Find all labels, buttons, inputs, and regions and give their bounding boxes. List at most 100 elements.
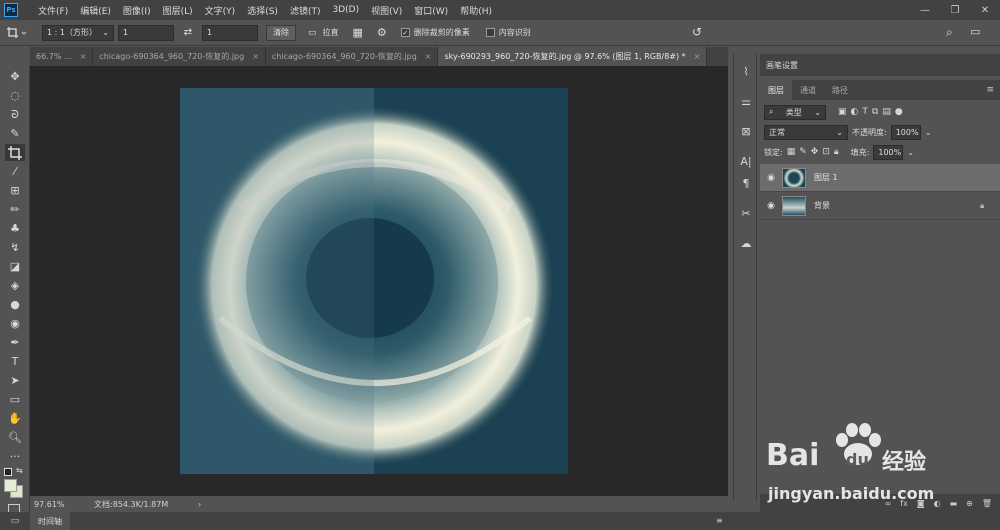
path-selection-tool-icon[interactable]: ➤: [5, 372, 25, 389]
content-aware-checkbox[interactable]: 内容识别: [485, 27, 531, 38]
tab-document-active[interactable]: sky-690293_960_720-恢复的.jpg @ 97.6% (图层 1…: [438, 47, 708, 66]
minimize-button[interactable]: —: [910, 0, 940, 20]
brush-tool-icon[interactable]: ✏: [5, 201, 25, 218]
lasso-tool-icon[interactable]: ᘐ: [5, 106, 25, 123]
close-button[interactable]: ✕: [970, 0, 1000, 20]
chevron-down-icon[interactable]: ⌄: [907, 148, 914, 157]
delete-cropped-checkbox[interactable]: ✓ 删除裁剪的像素: [400, 27, 470, 38]
clear-button[interactable]: 清除: [266, 24, 296, 41]
timeline-panel-icon[interactable]: ▭: [0, 512, 30, 530]
zoom-tool-icon[interactable]: 🔍︎: [5, 429, 25, 446]
quick-select-tool-icon[interactable]: ✎: [5, 125, 25, 142]
straighten-icon[interactable]: ▭: [308, 28, 317, 38]
visibility-eye-icon[interactable]: ◉: [760, 173, 782, 183]
reset-icon[interactable]: ↺: [692, 25, 702, 39]
hand-tool-icon[interactable]: ✋: [5, 410, 25, 427]
filter-pixel-icon[interactable]: ▣: [838, 107, 847, 117]
eyedropper-tool-icon[interactable]: ⁄: [5, 163, 25, 180]
crop-width-input[interactable]: 1: [118, 24, 174, 41]
eraser-tool-icon[interactable]: ◪: [5, 258, 25, 275]
lock-artboard-icon[interactable]: ⊡: [822, 147, 830, 157]
brush-settings-tab[interactable]: 画笔设置: [760, 54, 1000, 76]
search-icon[interactable]: ⌕: [946, 25, 953, 40]
character-panel-icon[interactable]: A|: [736, 152, 756, 170]
paragraph-panel-icon[interactable]: ¶: [736, 174, 756, 192]
menu-help[interactable]: 帮助(H): [454, 4, 498, 17]
lock-image-icon[interactable]: ✎: [799, 147, 807, 157]
healing-brush-tool-icon[interactable]: ⊞: [5, 182, 25, 199]
dodge-tool-icon[interactable]: ◉: [5, 315, 25, 332]
pen-tool-icon[interactable]: ✒: [5, 334, 25, 351]
tab-document-1[interactable]: 66.7% ... ×: [30, 47, 94, 66]
default-colors-icon[interactable]: [4, 468, 12, 476]
crop-settings-gear-icon[interactable]: ⚙: [377, 26, 387, 39]
more-tools-icon[interactable]: ···: [5, 448, 25, 465]
blur-tool-icon[interactable]: ●: [5, 296, 25, 313]
chevron-down-icon[interactable]: ⌄: [925, 128, 932, 137]
adjustment-layer-icon[interactable]: ◐: [934, 499, 941, 508]
workspace-icon[interactable]: ▭: [970, 25, 980, 38]
overlay-grid-icon[interactable]: ▦: [353, 26, 363, 39]
libraries-panel-icon[interactable]: ☁: [736, 234, 756, 252]
menu-layer[interactable]: 图层(L): [157, 4, 199, 17]
link-layers-icon[interactable]: ∞: [885, 499, 892, 508]
marquee-tool-icon[interactable]: ◌: [5, 87, 25, 104]
layer-row-background[interactable]: ◉ 背景 🔒︎: [760, 192, 1000, 220]
menu-view[interactable]: 视图(V): [365, 4, 408, 17]
filter-toggle-icon[interactable]: ●: [895, 107, 903, 117]
paint-bucket-tool-icon[interactable]: ◈: [5, 277, 25, 294]
new-layer-icon[interactable]: ⊕: [966, 499, 973, 508]
move-tool-icon[interactable]: ✥: [5, 68, 25, 85]
add-mask-icon[interactable]: ◙: [917, 499, 925, 508]
close-tab-icon[interactable]: ×: [694, 52, 701, 61]
history-brush-tool-icon[interactable]: ↯: [5, 239, 25, 256]
menu-window[interactable]: 窗口(W): [408, 4, 454, 17]
menu-file[interactable]: 文件(F): [32, 4, 74, 17]
lock-position-icon[interactable]: ✥: [811, 147, 819, 157]
adjustments-panel-icon[interactable]: ⚌: [736, 92, 756, 110]
panel-menu-icon[interactable]: ≡: [986, 85, 994, 95]
menu-type[interactable]: 文字(Y): [199, 4, 242, 17]
type-tool-icon[interactable]: T: [5, 353, 25, 370]
close-tab-icon[interactable]: ×: [425, 52, 432, 61]
layer-row-layer1[interactable]: ◉ 图层 1: [760, 164, 1000, 192]
layer-kind-select[interactable]: ⌕ 类型 ⌄: [764, 104, 826, 120]
menu-select[interactable]: 选择(S): [241, 4, 284, 17]
close-tab-icon[interactable]: ×: [252, 52, 259, 61]
timeline-menu-icon[interactable]: ≡: [716, 516, 723, 525]
menu-edit[interactable]: 编辑(E): [74, 4, 117, 17]
tab-layers[interactable]: 图层: [760, 80, 792, 100]
filter-shape-icon[interactable]: ⧉: [872, 107, 878, 117]
rectangle-tool-icon[interactable]: ▭: [5, 391, 25, 408]
status-menu-arrow[interactable]: ›: [198, 500, 201, 509]
crop-tool-icon[interactable]: [5, 144, 25, 161]
delete-layer-icon[interactable]: 🗑︎: [982, 499, 992, 508]
tab-document-2[interactable]: chicago-690364_960_720-恢复的.jpg ×: [93, 47, 266, 66]
clone-stamp-tool-icon[interactable]: ♣: [5, 220, 25, 237]
tab-document-3[interactable]: chicago-690364_960_720-恢复的.jpg ×: [266, 47, 439, 66]
history-panel-icon[interactable]: ⌇: [736, 62, 756, 80]
zoom-level[interactable]: 97.61%: [34, 500, 90, 509]
filter-smart-object-icon[interactable]: ▤: [882, 107, 891, 117]
blend-mode-select[interactable]: 正常 ⌄: [764, 124, 848, 140]
ratio-select[interactable]: 1 : 1（方形） ⌄: [42, 24, 114, 41]
tool-presets-icon[interactable]: ✂: [736, 204, 756, 222]
tab-paths[interactable]: 路径: [824, 80, 856, 100]
swap-dimensions-icon[interactable]: ⇄: [178, 27, 198, 38]
document-image[interactable]: [180, 88, 568, 474]
layer-style-icon[interactable]: fx: [900, 499, 908, 508]
canvas-area[interactable]: [30, 66, 728, 496]
opacity-input[interactable]: 100%: [890, 124, 921, 140]
tab-timeline[interactable]: 时间轴: [30, 512, 70, 530]
tab-channels[interactable]: 通道: [792, 80, 824, 100]
crop-tool-preset-icon[interactable]: [0, 23, 34, 43]
lock-all-icon[interactable]: 🔒︎: [834, 147, 839, 157]
crop-height-input[interactable]: 1: [202, 24, 258, 41]
straighten-label[interactable]: 拉直: [323, 27, 339, 38]
foreground-color-swatch[interactable]: [4, 479, 17, 492]
filter-type-icon[interactable]: T: [862, 107, 868, 117]
visibility-eye-icon[interactable]: ◉: [760, 201, 782, 211]
fill-input[interactable]: 100%: [873, 144, 904, 160]
menu-filter[interactable]: 滤镜(T): [284, 4, 327, 17]
styles-panel-icon[interactable]: ⊠: [736, 122, 756, 140]
